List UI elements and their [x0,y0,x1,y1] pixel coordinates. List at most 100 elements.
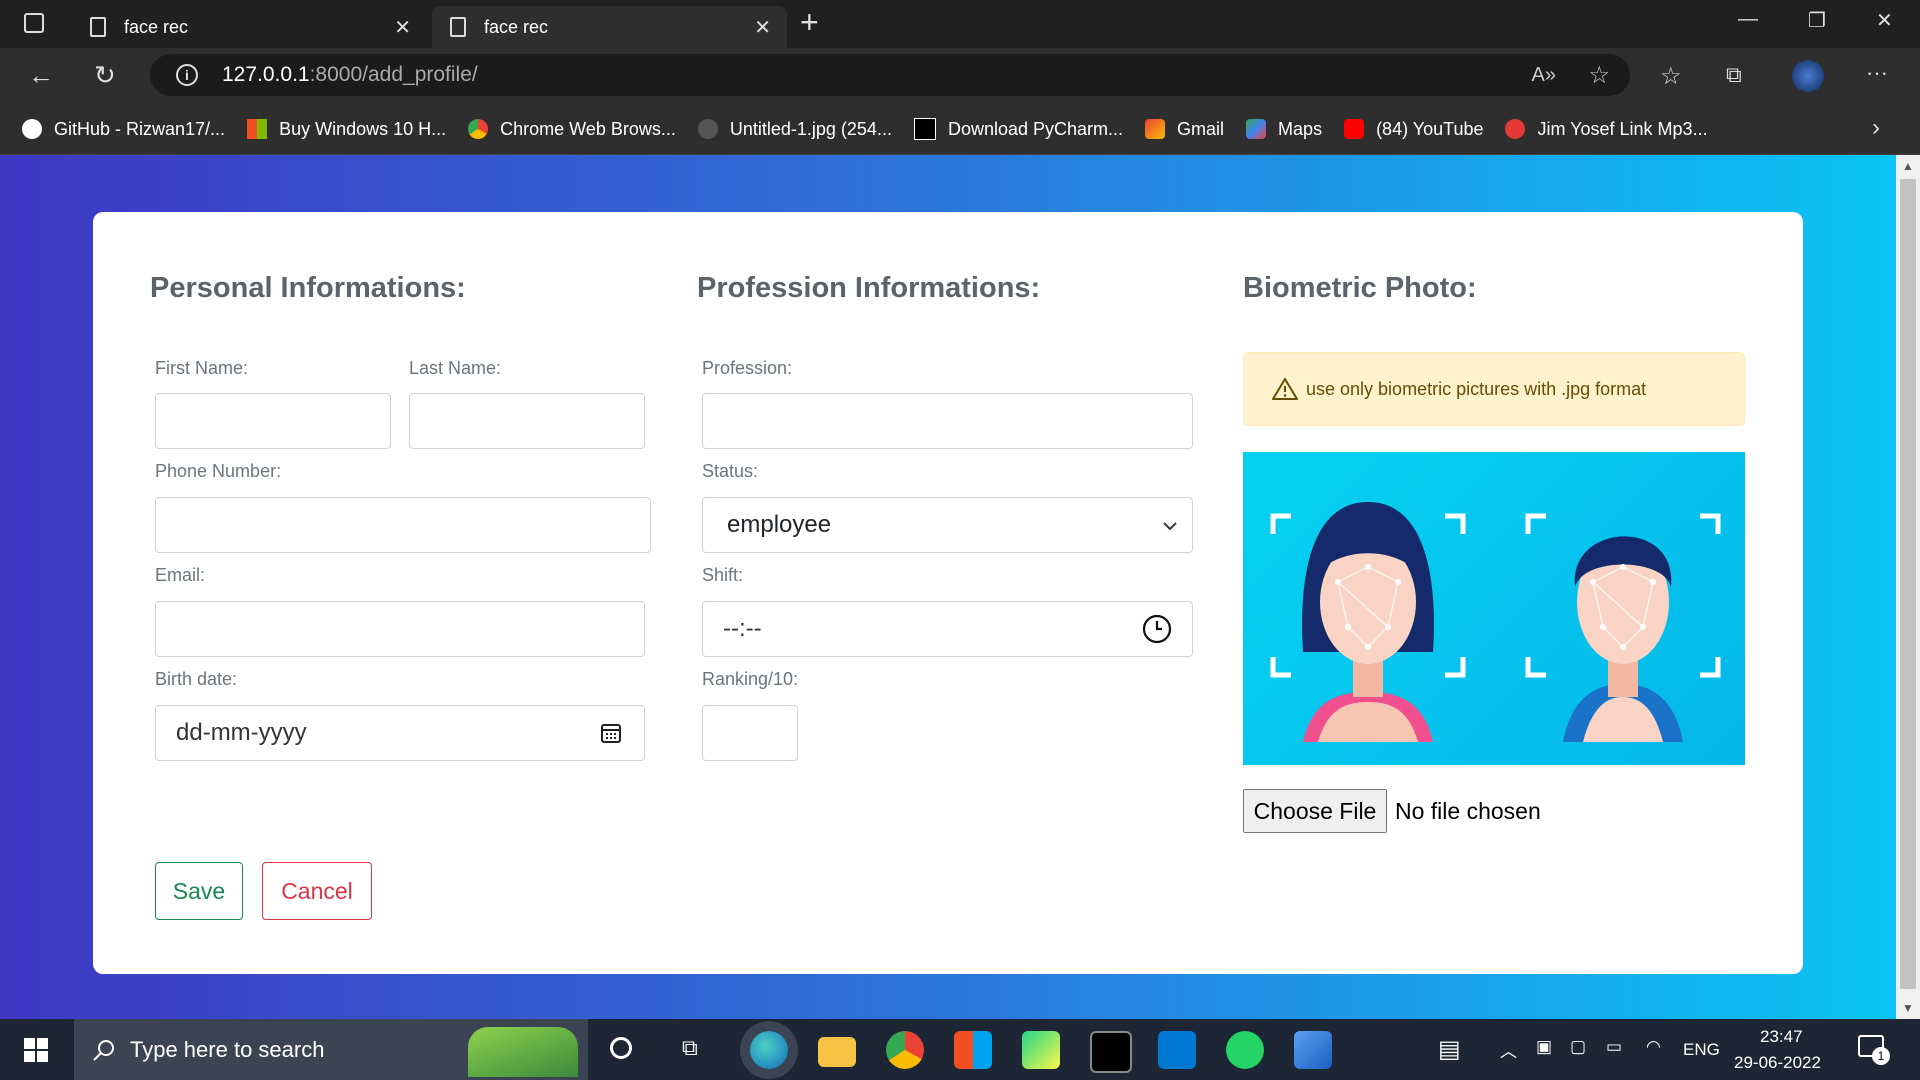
phone-label: Phone Number: [155,461,282,481]
jetbrains-icon [913,118,936,140]
shift-placeholder: --:-- [723,615,762,642]
bookmark-youtube[interactable]: (84) YouTube [1344,119,1483,140]
favorite-add-icon[interactable]: ☆ [1588,61,1610,90]
more-icon[interactable]: ··· [1866,60,1888,86]
battery-icon[interactable]: ▭ [1606,1037,1622,1057]
bookmark-label: Download PyCharm... [947,118,1124,139]
bookmark-label: Jim Yosef Link Mp3... [1537,118,1708,139]
profession-section-title: Profession Informations: [697,272,1041,304]
windows-icon [247,119,268,139]
minimize-icon[interactable]: — [1738,8,1758,31]
bookmark-label: (84) YouTube [1376,118,1484,139]
bookmark-pycharm[interactable]: Download PyCharm... [913,118,1124,140]
close-tab-icon[interactable]: ✕ [394,15,411,40]
close-tab-icon[interactable]: ✕ [754,15,771,40]
bookmark-gmail[interactable]: Gmail [1145,119,1224,140]
collections-icon[interactable]: ⧉ [1726,62,1742,88]
profile-form-card: Personal Informations: Profession Inform… [93,212,1803,974]
page-viewport: Personal Informations: Profession Inform… [0,155,1896,1019]
ranking-field[interactable] [702,705,798,761]
tab-inactive[interactable]: face rec ✕ [72,6,427,48]
news-widget-icon[interactable]: ▤ [1438,1035,1461,1064]
restore-icon[interactable]: ❐ [1808,8,1826,33]
store-app-icon[interactable] [954,1031,992,1069]
language-indicator[interactable]: ENG [1683,1040,1720,1060]
clock-time[interactable]: 23:47 [1760,1027,1803,1047]
save-button[interactable]: Save [155,862,243,920]
bookmark-chrome[interactable]: Chrome Web Brows... [468,119,676,140]
edge-app-icon[interactable] [750,1031,788,1069]
bookmark-maps[interactable]: Maps [1246,119,1322,140]
read-aloud-icon[interactable]: A» [1532,64,1556,87]
bookmark-label: GitHub - Rizwan17/... [54,118,226,139]
bookmark-label: Chrome Web Brows... [500,118,676,139]
cortana-icon[interactable] [610,1037,632,1059]
new-tab-icon[interactable]: + [800,4,819,41]
file-explorer-icon[interactable] [818,1037,856,1067]
first-name-field[interactable] [155,393,391,449]
display-icon[interactable]: ▢ [1570,1037,1586,1057]
back-icon[interactable]: ← [28,60,54,91]
email-field[interactable] [155,601,645,657]
bookmark-label: Buy Windows 10 H... [279,118,447,139]
bookmark-photopea[interactable]: Untitled-1.jpg (254... [697,118,892,140]
bookmark-music[interactable]: Jim Yosef Link Mp3... [1505,118,1708,140]
wifi-icon[interactable]: ◠ [1646,1037,1661,1057]
url-field[interactable]: i 127.0.0.1:8000/add_profile/ A» ☆ [150,54,1630,96]
format-warning-alert: use only biometric pictures with .jpg fo… [1243,352,1745,426]
status-select[interactable]: employee [702,497,1193,553]
info-icon[interactable]: i [176,64,198,86]
youtube-icon [1344,119,1365,139]
refresh-icon[interactable]: ↻ [94,60,116,91]
favorites-icon[interactable]: ☆ [1660,62,1682,91]
url-host: 127.0.0.1 [222,63,310,86]
face-scan-illustration [1270,502,1721,742]
scroll-up-icon[interactable]: ▲ [1902,159,1914,173]
notification-count-badge: 1 [1872,1047,1890,1065]
taskbar-search[interactable]: Type here to search [74,1019,588,1080]
whatsapp-app-icon[interactable] [1226,1031,1264,1069]
profile-avatar[interactable] [1792,60,1824,92]
clock-date[interactable]: 29-06-2022 [1734,1053,1821,1073]
bookmark-label: Untitled-1.jpg (254... [729,118,892,139]
birth-date-field[interactable]: dd-mm-yyyy [155,705,645,761]
shift-time-field[interactable]: --:-- [702,601,1193,657]
photos-app-icon[interactable] [1294,1031,1332,1069]
chevron-down-icon [1163,522,1177,531]
chevron-right-icon[interactable]: › [1872,114,1880,142]
gmail-icon [1145,119,1166,139]
search-icon [93,1039,114,1061]
profession-field[interactable] [702,393,1193,449]
scroll-down-icon[interactable]: ▼ [1902,1001,1914,1015]
bookmark-label: Gmail [1177,118,1225,139]
calendar-icon[interactable] [600,722,622,744]
choose-file-button[interactable]: Choose File [1243,789,1387,833]
tab-active[interactable]: face rec ✕ [432,6,787,48]
personal-section-title: Personal Informations: [150,272,466,304]
bookmark-windows[interactable]: Buy Windows 10 H... [247,119,446,140]
close-window-icon[interactable]: ✕ [1876,8,1893,33]
page-scrollbar[interactable]: ▲ ▼ [1896,155,1920,1019]
tab-actions-icon[interactable] [24,13,44,33]
windows-start-icon[interactable] [24,1038,48,1062]
task-view-icon[interactable]: ⧉ [682,1035,698,1061]
page-icon [90,17,106,37]
last-name-label: Last Name: [409,358,502,378]
meet-now-icon[interactable]: ▣ [1536,1037,1552,1057]
phone-field[interactable] [155,497,651,553]
clock-icon[interactable] [1142,614,1172,644]
music-icon [1505,119,1526,139]
terminal-app-icon[interactable] [1090,1031,1132,1073]
tab-title: face rec [124,16,189,37]
last-name-field[interactable] [409,393,645,449]
status-selected-value: employee [727,511,832,538]
ranking-label: Ranking/10: [702,669,799,689]
scrollbar-thumb[interactable] [1900,179,1916,989]
bookmark-github[interactable]: GitHub - Rizwan17/... [22,119,225,140]
show-hidden-icons-chevron-up-icon[interactable]: ︿ [1500,1037,1517,1062]
cancel-button[interactable]: Cancel [262,862,372,920]
chrome-app-icon[interactable] [886,1031,924,1069]
pycharm-app-icon[interactable] [1022,1031,1060,1069]
url-path: :8000/add_profile/ [309,63,478,86]
vscode-app-icon[interactable] [1158,1031,1196,1069]
